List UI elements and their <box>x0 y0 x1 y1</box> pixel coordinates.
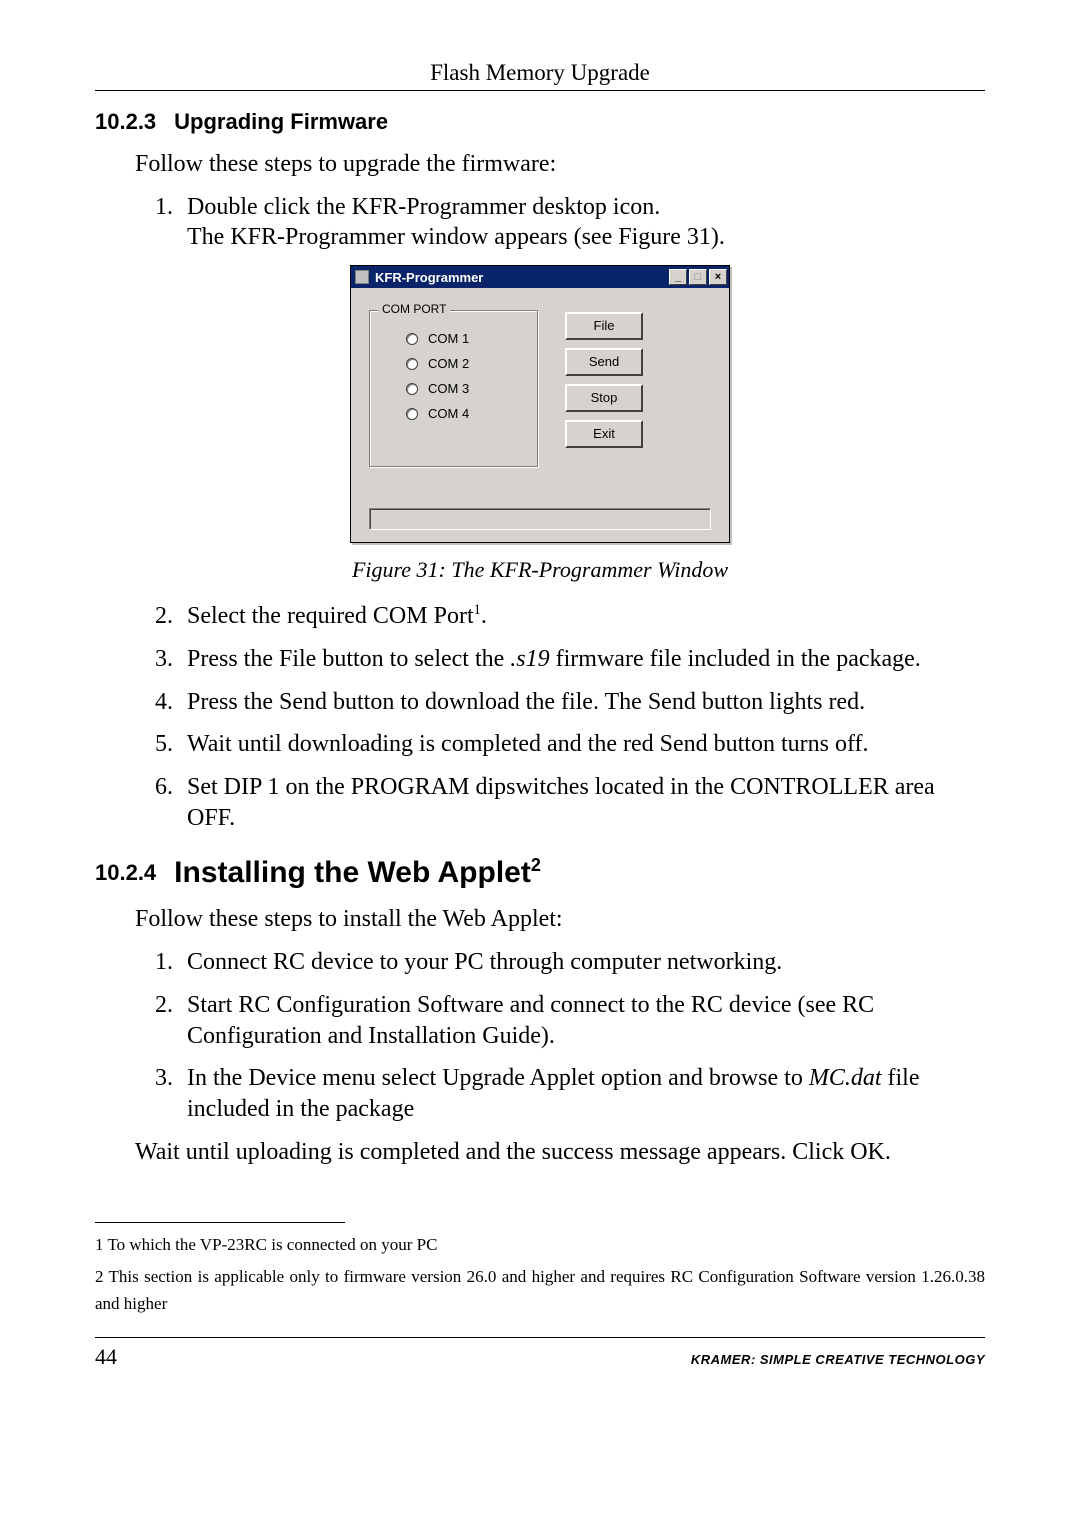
radio-icon <box>406 333 418 345</box>
heading-title: Installing the Web Applet <box>174 856 531 889</box>
figure-31-caption: Figure 31: The KFR-Programmer Window <box>95 557 985 583</box>
steps-10-2-4: Connect RC device to your PC through com… <box>179 947 985 1125</box>
app-icon <box>355 270 369 284</box>
radio-label: COM 1 <box>428 331 469 346</box>
step-1-line1: Double click the KFR-Programmer desktop … <box>187 194 660 220</box>
radio-icon <box>406 358 418 370</box>
kfr-title-left: KFR-Programmer <box>355 270 483 285</box>
footer: 44 KRAMER: SIMPLE CREATIVE TECHNOLOGY <box>95 1338 985 1370</box>
minimize-button[interactable]: _ <box>669 269 687 285</box>
com-port-groupbox: COM PORT COM 1 COM 2 COM 3 COM 4 <box>369 310 539 468</box>
step-2: Select the required COM Port1. <box>179 601 985 632</box>
kfr-button-column: File Send Stop Exit <box>565 310 643 468</box>
steps-10-2-3-b: Select the required COM Port1. Press the… <box>179 601 985 833</box>
closing-10-2-4: Wait until uploading is completed and th… <box>135 1137 985 1169</box>
groupbox-legend: COM PORT <box>378 302 450 316</box>
radio-label: COM 4 <box>428 406 469 421</box>
step-4: Press the Send button to download the fi… <box>179 687 985 718</box>
figure-31: KFR-Programmer _ □ × COM PORT COM 1 COM … <box>95 265 985 543</box>
intro-10-2-4: Follow these steps to install the Web Ap… <box>135 904 985 935</box>
step-3-post: firmware file included in the package. <box>550 646 921 672</box>
kfr-window-title: KFR-Programmer <box>375 270 483 285</box>
step-3-filename: .s19 <box>510 646 549 672</box>
step-2-post: . <box>481 603 487 629</box>
footnote-ref-2: 2 <box>531 855 541 875</box>
step-3-filename: MC.dat <box>809 1065 882 1091</box>
step-3: Press the File button to select the .s19… <box>179 644 985 675</box>
running-header: Flash Memory Upgrade <box>95 60 985 86</box>
kfr-titlebar: KFR-Programmer _ □ × <box>351 266 729 288</box>
radio-label: COM 2 <box>428 356 469 371</box>
heading-number: 10.2.3 <box>95 109 156 135</box>
steps-10-2-3-a: Double click the KFR-Programmer desktop … <box>179 192 985 253</box>
radio-icon <box>406 408 418 420</box>
footnotes-rule <box>95 1222 345 1223</box>
maximize-button: □ <box>689 269 707 285</box>
kfr-window: KFR-Programmer _ □ × COM PORT COM 1 COM … <box>350 265 730 543</box>
kfr-client-area: COM PORT COM 1 COM 2 COM 3 COM 4 File Se… <box>351 288 729 542</box>
radio-com3[interactable]: COM 3 <box>406 381 526 396</box>
radio-com4[interactable]: COM 4 <box>406 406 526 421</box>
footer-brand: KRAMER: SIMPLE CREATIVE TECHNOLOGY <box>691 1352 985 1367</box>
page-number: 44 <box>95 1344 117 1370</box>
step-6: Set DIP 1 on the PROGRAM dipswitches loc… <box>179 772 985 833</box>
close-button[interactable]: × <box>709 269 727 285</box>
radio-com2[interactable]: COM 2 <box>406 356 526 371</box>
stop-button[interactable]: Stop <box>565 384 643 412</box>
file-button[interactable]: File <box>565 312 643 340</box>
send-button[interactable]: Send <box>565 348 643 376</box>
radio-com1[interactable]: COM 1 <box>406 331 526 346</box>
footnote-2: 2 This section is applicable only to fir… <box>95 1263 985 1317</box>
footnote-ref-1: 1 <box>474 602 481 618</box>
heading-number: 10.2.4 <box>95 860 156 886</box>
footnote-1: 1 To which the VP-23RC is connected on y… <box>95 1231 985 1258</box>
step-1: Connect RC device to your PC through com… <box>179 947 985 978</box>
step-1-line2: The KFR-Programmer window appears (see F… <box>187 224 725 250</box>
status-bar <box>369 508 711 530</box>
step-5: Wait until downloading is completed and … <box>179 729 985 760</box>
step-2: Start RC Configuration Software and conn… <box>179 990 985 1051</box>
intro-10-2-3: Follow these steps to upgrade the firmwa… <box>135 149 985 180</box>
step-3-pre: Press the File button to select the <box>187 646 510 672</box>
radio-icon <box>406 383 418 395</box>
heading-10-2-3: 10.2.3 Upgrading Firmware <box>95 109 985 135</box>
heading-10-2-4: 10.2.4 Installing the Web Applet2 <box>95 855 985 890</box>
radio-label: COM 3 <box>428 381 469 396</box>
exit-button[interactable]: Exit <box>565 420 643 448</box>
step-3: In the Device menu select Upgrade Applet… <box>179 1063 985 1124</box>
heading-title: Upgrading Firmware <box>174 109 388 134</box>
step-1: Double click the KFR-Programmer desktop … <box>179 192 985 253</box>
step-3-pre: In the Device menu select Upgrade Applet… <box>187 1065 809 1091</box>
header-rule <box>95 90 985 91</box>
step-2-text: Select the required COM Port <box>187 603 474 629</box>
window-controls: _ □ × <box>669 269 727 285</box>
